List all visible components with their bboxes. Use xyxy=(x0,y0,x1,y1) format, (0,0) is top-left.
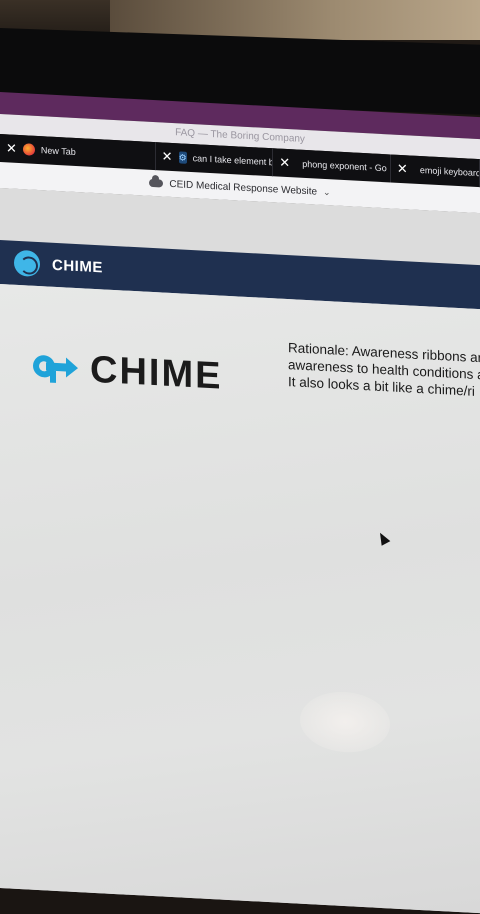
web-page: CHIME CHIME Rationale: Awareness ribbons… xyxy=(0,188,480,914)
chime-logo-icon[interactable] xyxy=(14,249,40,278)
close-icon[interactable]: ✕ xyxy=(279,155,290,172)
mouse-cursor xyxy=(375,530,391,546)
firefox-icon xyxy=(22,143,35,156)
main-content: CHIME Rationale: Awareness ribbons are a… xyxy=(0,284,480,914)
chime-logo: CHIME xyxy=(32,346,222,399)
screen: FAQ — The Boring Company ✕ New Tab ✕ ⚙ c… xyxy=(0,92,480,914)
ribbon-arrow-icon xyxy=(32,351,78,385)
tab-label: emoji keyboard xyxy=(419,165,480,179)
tab-label: can I take element by xyxy=(192,153,274,168)
close-icon[interactable]: ✕ xyxy=(6,140,17,157)
screen-glare xyxy=(300,689,390,755)
logo-wordmark: CHIME xyxy=(90,348,223,398)
stackoverflow-icon: ⚙ xyxy=(178,151,187,164)
close-icon[interactable]: ✕ xyxy=(397,161,408,178)
rationale-text: Rationale: Awareness ribbons are awarene… xyxy=(288,339,480,400)
chevron-down-icon[interactable]: ⌄ xyxy=(323,186,331,197)
tab-emoji[interactable]: ✕ emoji keyboard xyxy=(390,154,480,188)
tab-label: phong exponent - Go xyxy=(302,158,387,174)
cloud-icon xyxy=(149,178,164,188)
site-title[interactable]: CHIME xyxy=(52,256,103,276)
close-icon[interactable]: ✕ xyxy=(162,148,173,165)
address-label: CEID Medical Response Website xyxy=(169,178,318,198)
tab-label: New Tab xyxy=(40,145,76,157)
